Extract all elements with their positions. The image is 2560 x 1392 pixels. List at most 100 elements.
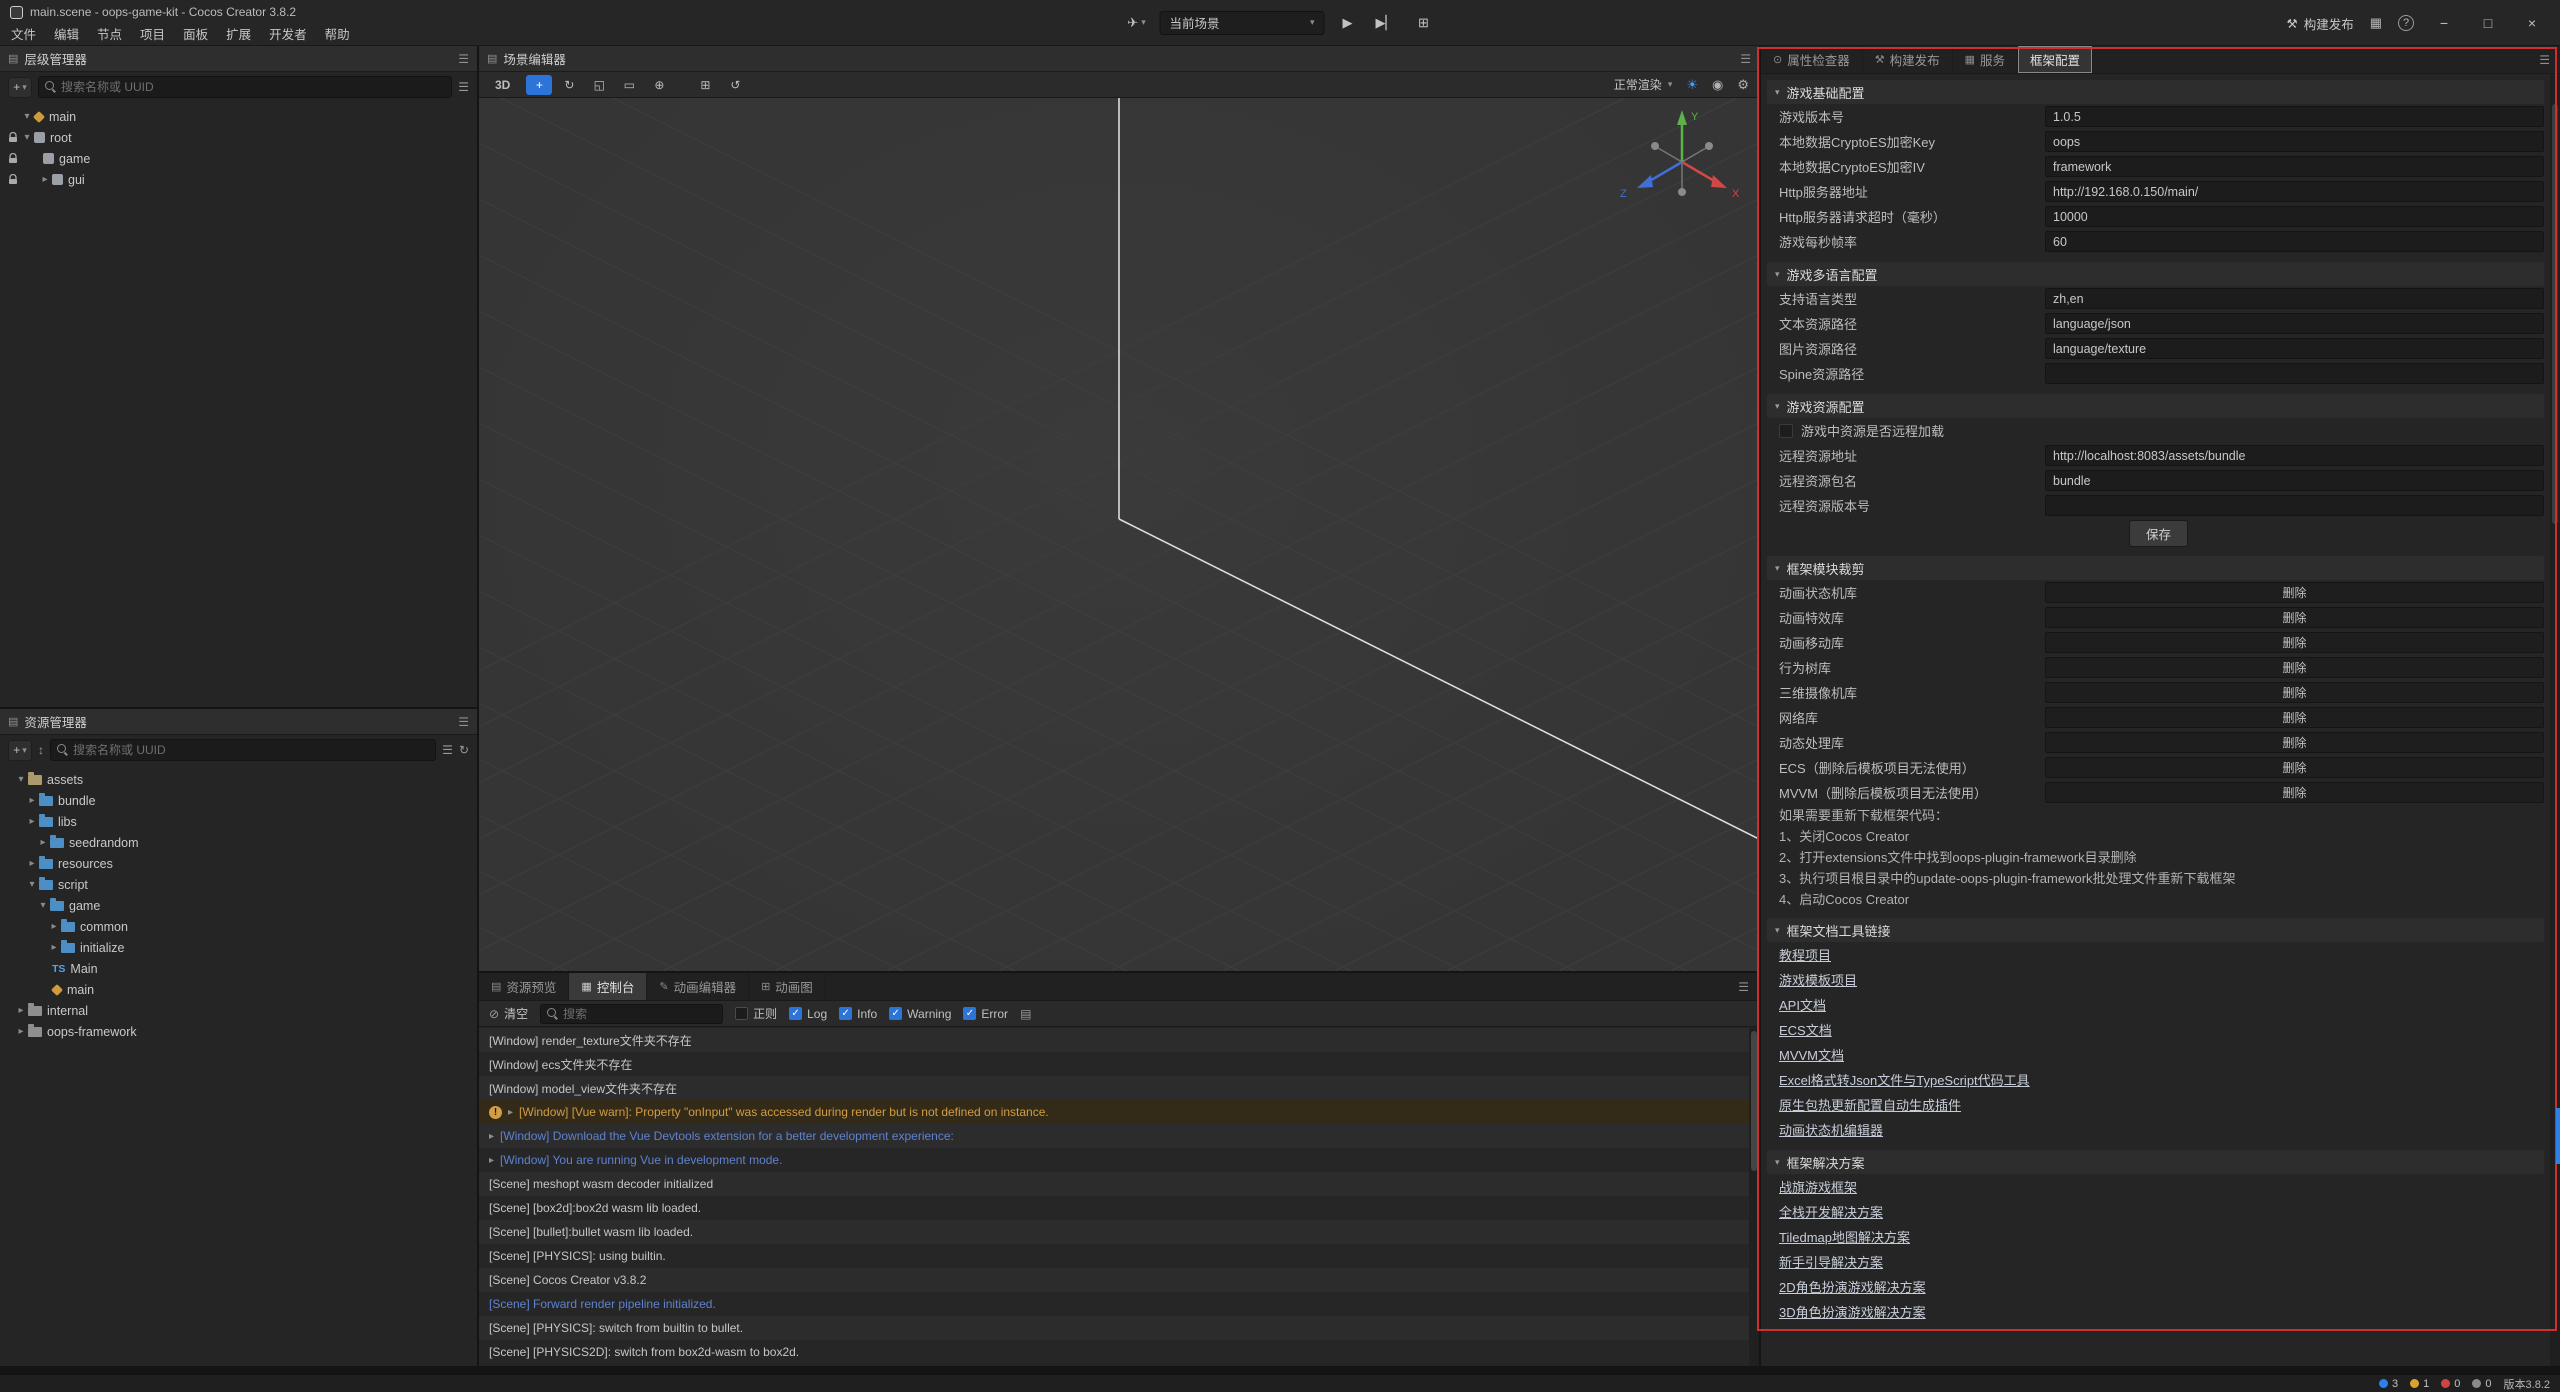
field-input[interactable]	[2045, 106, 2544, 127]
assets-sort-icon[interactable]: ↕	[38, 743, 44, 757]
section-header[interactable]: ▾游戏资源配置	[1767, 394, 2544, 418]
field-input[interactable]	[2045, 231, 2544, 252]
asset-node-row[interactable]: ▸resources	[0, 853, 477, 874]
console-search-input[interactable]	[563, 1007, 718, 1021]
delete-module-button[interactable]: 删除	[2045, 607, 2544, 628]
hierarchy-menu-icon[interactable]: ☰	[458, 52, 469, 66]
tree-collapse-arrow[interactable]: ▾	[20, 111, 34, 122]
maximize-button[interactable]: □	[2474, 15, 2502, 31]
gizmo-space-tool[interactable]: ↺	[722, 75, 748, 95]
doc-link[interactable]: Excel格式转Json文件与TypeScript代码工具	[1779, 1070, 2030, 1089]
asset-node-row[interactable]: ▸initialize	[0, 937, 477, 958]
delete-module-button[interactable]: 删除	[2045, 757, 2544, 778]
delete-module-button[interactable]: 删除	[2045, 682, 2544, 703]
doc-link[interactable]: 原生包热更新配置自动生成插件	[1779, 1095, 1961, 1114]
tree-expand-arrow[interactable]: ▸	[25, 858, 39, 869]
hierarchy-filter-icon[interactable]: ☰	[458, 80, 469, 94]
section-header[interactable]: ▾游戏基础配置	[1767, 80, 2544, 104]
doc-link[interactable]: 全栈开发解决方案	[1779, 1202, 1883, 1221]
assets-search-input[interactable]	[73, 743, 431, 757]
tab-build[interactable]: ⚒构建发布	[1863, 46, 1953, 73]
create-node-button[interactable]: + ▾	[8, 77, 32, 98]
log-row[interactable]: [Window] model_view文件夹不存在	[479, 1076, 1759, 1100]
move-tool[interactable]: +	[526, 75, 552, 95]
field-input[interactable]	[2045, 313, 2544, 334]
status-error-count[interactable]: 0	[2441, 1378, 2460, 1390]
log-filter-warning[interactable]: Warning	[889, 1007, 951, 1021]
doc-link[interactable]: 新手引导解决方案	[1779, 1252, 1883, 1271]
build-publish-button[interactable]: ⚒ 构建发布	[2286, 14, 2353, 33]
log-filter-error[interactable]: Error	[963, 1007, 1008, 1021]
field-input[interactable]	[2045, 206, 2544, 227]
save-button[interactable]: 保存	[2129, 520, 2188, 547]
regex-filter-checkbox[interactable]: 正则	[735, 1005, 777, 1022]
log-filter-log[interactable]: Log	[789, 1007, 827, 1021]
scene-select[interactable]: 当前场景 ▾	[1160, 11, 1325, 35]
tree-collapse-arrow[interactable]: ▾	[36, 900, 50, 911]
doc-link[interactable]: ECS文档	[1779, 1020, 1832, 1039]
hierarchy-search[interactable]	[38, 76, 452, 98]
log-filter-info[interactable]: Info	[839, 1007, 877, 1021]
console-search[interactable]	[540, 1004, 723, 1024]
menu-project[interactable]: 项目	[131, 24, 174, 46]
scene-viewport[interactable]: Y X Z	[479, 98, 1759, 971]
log-row[interactable]: [Window] render_texture文件夹不存在	[479, 1028, 1759, 1052]
menu-developer[interactable]: 开发者	[260, 24, 316, 46]
doc-link[interactable]: 战旗游戏框架	[1779, 1177, 1857, 1196]
log-row[interactable]: [Scene] [PHYSICS]: switch from builtin t…	[479, 1316, 1759, 1340]
tab-console[interactable]: ▦控制台	[569, 973, 647, 1000]
tab-framework-config[interactable]: 框架配置	[2018, 46, 2093, 73]
field-input[interactable]	[2045, 470, 2544, 491]
doc-link[interactable]: 游戏模板项目	[1779, 970, 1857, 989]
x-axis-arrow[interactable]: X	[1682, 162, 1740, 200]
tab-menu-icon[interactable]: ☰	[2529, 46, 2560, 73]
preview-platform-button[interactable]: ✈ ▾	[1122, 11, 1152, 35]
doc-link[interactable]: API文档	[1779, 995, 1826, 1014]
asset-node-row[interactable]: ▸libs	[0, 811, 477, 832]
doc-link[interactable]: 3D角色扮演游戏解决方案	[1779, 1302, 1926, 1321]
scale-tool[interactable]: ◱	[586, 75, 612, 95]
hierarchy-search-input[interactable]	[61, 80, 447, 94]
create-asset-button[interactable]: + ▾	[8, 740, 32, 761]
scene-menu-icon[interactable]: ☰	[1740, 52, 1751, 66]
hierarchy-node-row[interactable]: game	[0, 148, 477, 169]
inspector-scrollbar[interactable]	[2550, 74, 2560, 1366]
neg-z-axis-handle[interactable]	[1705, 142, 1713, 150]
menu-node[interactable]: 节点	[88, 24, 131, 46]
field-input[interactable]	[2045, 288, 2544, 309]
tree-expand-arrow[interactable]: ▸	[36, 837, 50, 848]
minimize-button[interactable]: −	[2430, 15, 2458, 31]
snap-tool[interactable]: ⊞	[692, 75, 718, 95]
tree-expand-arrow[interactable]: ▸	[38, 174, 52, 185]
layout-button[interactable]: ⊞	[1409, 11, 1439, 35]
field-input[interactable]	[2045, 181, 2544, 202]
log-expand-arrow[interactable]: ▸	[489, 1131, 494, 1142]
log-row[interactable]: [Scene] [bullet]:bullet wasm lib loaded.	[479, 1220, 1759, 1244]
neg-x-axis-handle[interactable]	[1651, 142, 1659, 150]
hierarchy-node-row[interactable]: ▾root	[0, 127, 477, 148]
field-input[interactable]	[2045, 338, 2544, 359]
console-scrollbar[interactable]	[1749, 1028, 1759, 1366]
tab-animation-graph[interactable]: ⊞动画图	[749, 973, 826, 1000]
tree-expand-arrow[interactable]: ▸	[47, 942, 61, 953]
asset-node-row[interactable]: ▸oops-framework	[0, 1021, 477, 1042]
asset-node-row[interactable]: ▸seedrandom	[0, 832, 477, 853]
tab-asset-preview[interactable]: ▤资源预览	[479, 973, 569, 1000]
asset-node-row[interactable]: ▾assets	[0, 769, 477, 790]
tree-collapse-arrow[interactable]: ▾	[20, 132, 34, 143]
status-info-count[interactable]: 3	[2379, 1378, 2398, 1390]
field-input[interactable]	[2045, 156, 2544, 177]
field-input[interactable]	[2045, 363, 2544, 384]
play-button[interactable]: ▶	[1333, 11, 1363, 35]
scrollbar-thumb[interactable]	[2552, 104, 2558, 524]
doc-link[interactable]: Tiledmap地图解决方案	[1779, 1227, 1910, 1246]
section-header[interactable]: ▾游戏多语言配置	[1767, 262, 2544, 286]
delete-module-button[interactable]: 删除	[2045, 782, 2544, 803]
anchor-tool[interactable]: ⊕	[646, 75, 672, 95]
tab-menu-icon[interactable]: ☰	[1728, 973, 1759, 1000]
preview-image-icon[interactable]: ▦	[2370, 15, 2382, 31]
log-row[interactable]: [Window] ecs文件夹不存在	[479, 1052, 1759, 1076]
tab-animation-editor[interactable]: ✎动画编辑器	[647, 973, 749, 1000]
log-row[interactable]: [Scene] meshopt wasm decoder initialized	[479, 1172, 1759, 1196]
delete-module-button[interactable]: 删除	[2045, 657, 2544, 678]
